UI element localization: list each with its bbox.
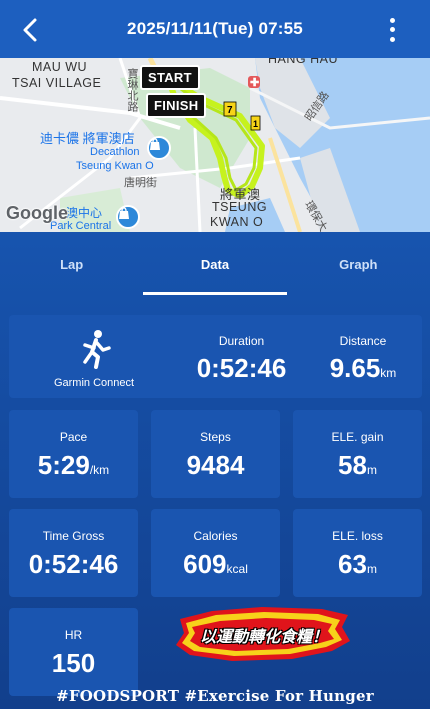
tab-data[interactable]: Data [143, 232, 286, 296]
finish-marker[interactable]: FINISH [146, 93, 207, 118]
map-label-road-1: 唐明街 [124, 177, 157, 189]
more-dot-icon [389, 18, 395, 24]
pace-unit: /km [89, 463, 110, 477]
shopping-bag-icon[interactable] [116, 205, 140, 229]
ele-gain-card: ELE. gain 58m [293, 410, 422, 498]
distance-value: 9.65 [329, 353, 381, 383]
map-label-tsai-village: TSAI VILLAGE [12, 76, 102, 90]
back-button[interactable] [14, 14, 46, 46]
tab-lap[interactable]: Lap [0, 232, 143, 296]
route-map[interactable]: 7 1 ✚ MAU WU TSAI VILLAGE HANG HAU 寶琳北路 … [0, 58, 430, 232]
more-dot-icon [389, 27, 395, 33]
ele-gain-value: 58 [338, 450, 367, 480]
start-marker[interactable]: START [140, 65, 200, 90]
calories-unit: kcal [226, 562, 248, 576]
ele-loss-unit: m [366, 562, 377, 576]
active-tab-indicator [143, 292, 287, 295]
time-gross-label: Time Gross [42, 529, 105, 543]
banner-text: 以運動轉化食糧！ [199, 629, 328, 646]
pace-card: Pace 5:29/km [9, 410, 138, 498]
steps-label: Steps [200, 430, 231, 444]
svg-text:✚: ✚ [250, 77, 259, 89]
distance-unit: km [380, 366, 397, 380]
ele-gain-unit: m [366, 463, 377, 477]
hr-card: HR 150 [9, 608, 138, 696]
map-label-decathlon: Decathlon [90, 146, 140, 158]
map-label-decathlon-area: Tseung Kwan O [76, 160, 154, 172]
tab-graph[interactable]: Graph [287, 232, 430, 296]
svg-text:1: 1 [253, 119, 258, 129]
steps-card: Steps 9484 [151, 410, 280, 498]
duration-stat: Duration 0:52:46 [179, 315, 304, 398]
map-label-street-top: 寶琳北路 [126, 68, 138, 112]
pace-value-wrap: 5:29/km [9, 450, 138, 481]
duration-value: 0:52:46 [196, 353, 287, 383]
time-gross-card: Time Gross 0:52:46 [9, 509, 138, 597]
distance-value-wrap: 9.65km [304, 353, 422, 384]
calories-label: Calories [193, 529, 238, 543]
duration-label: Duration [218, 334, 265, 348]
pace-label: Pace [59, 430, 88, 444]
map-label-mau-wu: MAU WU [32, 60, 88, 74]
time-gross-value: 0:52:46 [28, 549, 119, 579]
ele-loss-card: ELE. loss 63m [293, 509, 422, 597]
source-panel: Garmin Connect [9, 315, 179, 398]
ele-gain-label: ELE. gain [331, 430, 384, 444]
calories-value-wrap: 609kcal [151, 549, 280, 580]
pace-value: 5:29 [37, 450, 90, 480]
hashtag-footer: #FOODSPORT #Exercise For Hunger [56, 687, 374, 705]
ele-loss-value-wrap: 63m [293, 549, 422, 580]
ele-gain-value-wrap: 58m [293, 450, 422, 481]
map-label-hang-hau: HANG HAU [268, 58, 338, 66]
tab-bar: Lap Data Graph [0, 232, 430, 296]
data-source-label: Garmin Connect [53, 377, 135, 389]
summary-card: Garmin Connect Duration 0:52:46 Distance… [9, 315, 422, 398]
ele-loss-value: 63 [338, 549, 367, 579]
map-label-decathlon-cjk: 迪卡儂 將軍澳店 [40, 131, 135, 146]
map-label-tseung: TSEUNG [212, 200, 268, 214]
more-options-button[interactable] [384, 16, 400, 44]
distance-label: Distance [339, 334, 387, 348]
foodsport-banner: 以運動轉化食糧！ [172, 605, 352, 665]
more-dot-icon [389, 36, 395, 42]
hr-value: 150 [51, 648, 96, 678]
ele-loss-label: ELE. loss [332, 529, 383, 543]
runner-icon [83, 330, 111, 369]
activity-datetime: 2025/11/11(Tue) 07:55 [127, 19, 303, 38]
calories-value: 609 [183, 549, 227, 579]
hr-label: HR [64, 628, 83, 642]
map-label-park-cjk: 澳中心 [66, 206, 103, 220]
shopping-bag-icon[interactable] [147, 136, 171, 160]
calories-card: Calories 609kcal [151, 509, 280, 597]
svg-text:7: 7 [227, 105, 233, 116]
top-bar: 2025/11/11(Tue) 07:55 [0, 0, 430, 58]
google-logo: Google [6, 203, 68, 223]
chevron-left-icon [23, 18, 37, 42]
distance-stat: Distance 9.65km [304, 315, 422, 398]
steps-value: 9484 [186, 450, 245, 480]
map-label-kwan-o: KWAN O [210, 215, 264, 229]
